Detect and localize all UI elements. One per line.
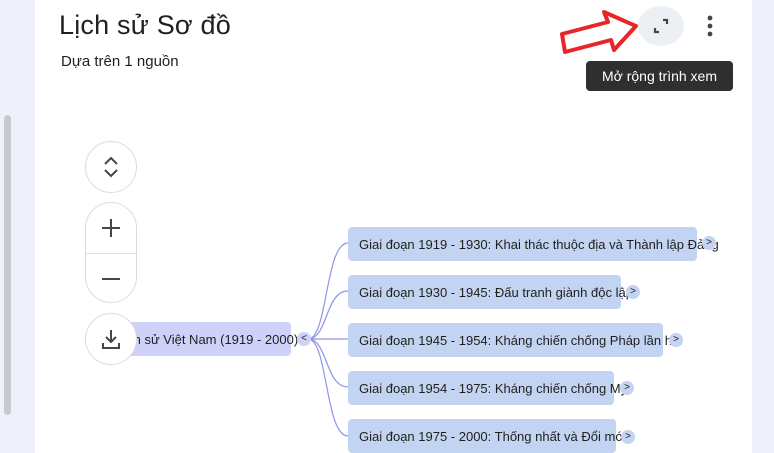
- child-node-label: Giai đoạn 1930 - 1945: Đấu tranh giành đ…: [359, 284, 633, 300]
- root-node-label: Lịch sử Việt Nam (1919 - 2000): [117, 331, 299, 347]
- child-node[interactable]: Giai đoạn 1930 - 1945: Đấu tranh giành đ…: [348, 275, 633, 309]
- child-node-label: Giai đoạn 1975 - 2000: Thống nhất và Đổi…: [359, 428, 627, 444]
- child-node-label: Giai đoạn 1954 - 1975: Kháng chiến chống…: [359, 380, 628, 396]
- child-expand-toggle[interactable]: >: [626, 285, 640, 299]
- download-control: [85, 313, 137, 365]
- child-node[interactable]: Giai đoạn 1945 - 1954: Kháng chiến chống…: [348, 323, 682, 357]
- child-node[interactable]: Giai đoạn 1919 - 1930: Khai thác thuộc đ…: [348, 227, 719, 261]
- child-expand-toggle[interactable]: >: [620, 381, 634, 395]
- child-node-label: Giai đoạn 1919 - 1930: Khai thác thuộc đ…: [359, 236, 719, 252]
- child-expand-toggle[interactable]: >: [621, 430, 635, 444]
- download-icon: [102, 330, 120, 349]
- download-button[interactable]: [86, 314, 136, 364]
- child-expand-toggle[interactable]: >: [702, 236, 716, 250]
- child-node[interactable]: Giai đoạn 1975 - 2000: Thống nhất và Đổi…: [348, 419, 627, 453]
- root-collapse-toggle[interactable]: <: [297, 332, 311, 346]
- child-expand-toggle[interactable]: >: [669, 333, 683, 347]
- child-node[interactable]: Giai đoạn 1954 - 1975: Kháng chiến chống…: [348, 371, 627, 405]
- child-node-label: Giai đoạn 1945 - 1954: Kháng chiến chống…: [359, 332, 683, 348]
